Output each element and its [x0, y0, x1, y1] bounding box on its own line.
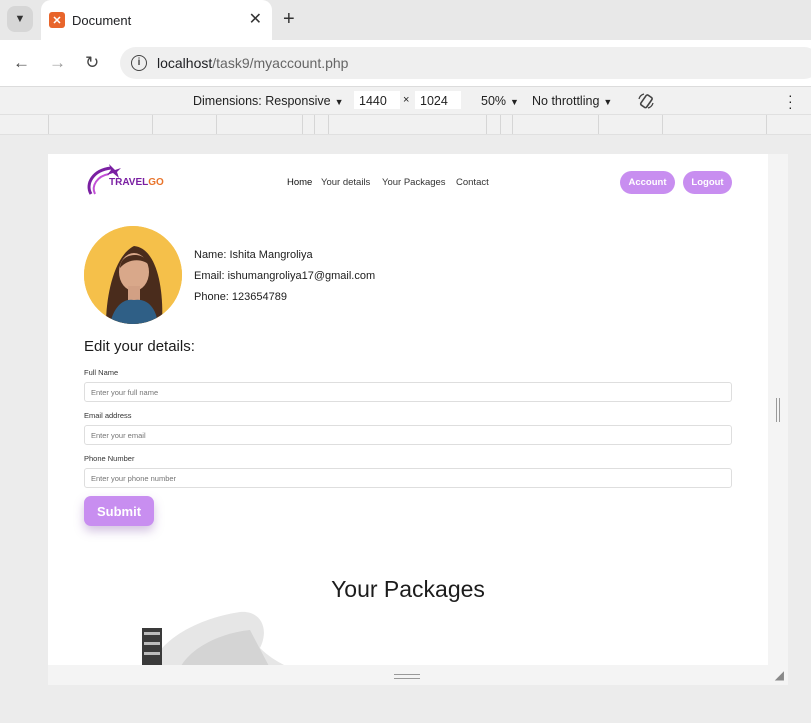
close-icon[interactable]: ✕ [249, 10, 262, 30]
tab-list-icon[interactable]: ▼ [7, 6, 33, 32]
phone-input[interactable] [84, 468, 732, 488]
browser-toolbar: ← → ↻ i localhost/task9/myaccount.php [0, 40, 811, 86]
reload-icon[interactable]: ↻ [85, 53, 99, 73]
resize-grip-icon [776, 398, 780, 422]
back-icon[interactable]: ← [13, 53, 30, 73]
profile-name: Name: Ishita Mangroliya [194, 249, 313, 261]
page-viewport: TRAVELGO Home Your details Your Packages… [48, 154, 768, 665]
packages-title: Your Packages [331, 576, 485, 602]
plus-icon[interactable]: + [283, 8, 295, 30]
full-name-label: Full Name [84, 368, 119, 377]
height-input[interactable]: 1024 [415, 91, 461, 109]
caret-down-icon: ▼ [603, 97, 613, 107]
edit-details-title: Edit your details: [84, 338, 195, 355]
logout-button[interactable]: Logout [683, 171, 732, 194]
resize-handle-bottom[interactable]: ◢ [48, 665, 788, 685]
nav-your-packages[interactable]: Your Packages [382, 177, 446, 188]
browser-tab[interactable]: ✕ Document ✕ [41, 0, 272, 40]
zoom-dropdown[interactable]: 50% ▼ [481, 94, 519, 108]
caret-down-icon: ▼ [510, 97, 519, 107]
nav-home[interactable]: Home [287, 177, 312, 188]
logo-travel: TRAVEL [109, 177, 149, 188]
url-path: /task9/myaccount.php [212, 55, 349, 71]
profile-email: Email: ishumangroliya17@gmail.com [194, 270, 376, 282]
logo-text: TRAVELGO [109, 177, 164, 188]
more-vert-icon[interactable]: · · · [788, 88, 793, 114]
submit-button[interactable]: Submit [84, 496, 154, 526]
width-input[interactable]: 1440 [354, 91, 400, 109]
full-name-input[interactable] [84, 382, 732, 402]
favicon-icon: ✕ [49, 12, 65, 28]
email-label: Email address [84, 411, 132, 420]
url-host: localhost [157, 55, 213, 71]
profile-photo [84, 226, 182, 324]
forward-icon[interactable]: → [49, 53, 66, 73]
info-icon[interactable]: i [131, 55, 147, 71]
profile-phone: Phone: 123654789 [194, 291, 287, 303]
nav-your-details[interactable]: Your details [321, 177, 370, 188]
nav-contact[interactable]: Contact [456, 177, 489, 188]
avatar [84, 226, 182, 324]
media-query-ruler [0, 114, 811, 135]
tab-bar: ▼ ✕ Document ✕ + [0, 0, 811, 40]
caret-down-icon: ▼ [334, 97, 344, 107]
address-bar[interactable]: i localhost/task9/myaccount.php [120, 47, 811, 79]
throttling-dropdown[interactable]: No throttling ▼ [532, 94, 612, 108]
phone-label: Phone Number [84, 454, 135, 463]
site-logo[interactable]: TRAVELGO [85, 160, 165, 198]
url-text[interactable]: localhost/task9/myaccount.php [157, 55, 348, 71]
rotate-icon[interactable] [637, 92, 655, 110]
resize-grip-icon [394, 674, 420, 679]
device-toolbar: Dimensions: Responsive ▼ 1440 × 1024 50% ▼… [0, 86, 811, 115]
zoom-label: 50% [481, 94, 507, 108]
times-symbol: × [403, 94, 410, 106]
logo-go: GO [148, 177, 164, 188]
resize-handle-right[interactable] [768, 154, 788, 685]
throttling-label: No throttling [532, 94, 600, 108]
account-button[interactable]: Account [620, 171, 675, 194]
dimensions-label: Dimensions: Responsive [193, 94, 331, 108]
corner-resize-icon[interactable]: ◢ [775, 668, 784, 682]
email-input[interactable] [84, 425, 732, 445]
package-image [142, 611, 285, 665]
dimensions-dropdown[interactable]: Dimensions: Responsive ▼ [193, 94, 343, 108]
tab-title: Document [72, 13, 132, 28]
